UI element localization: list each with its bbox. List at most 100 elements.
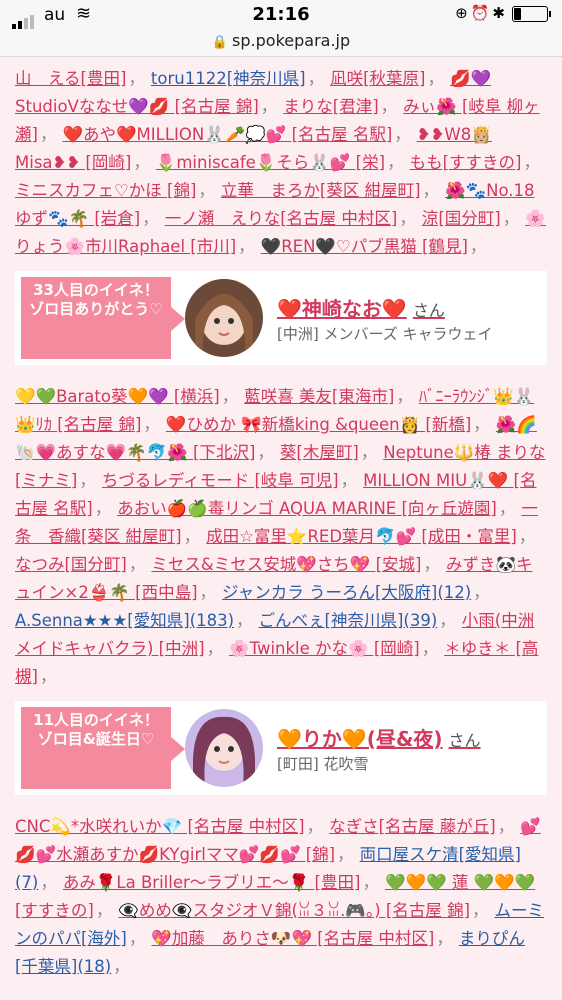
separator: ，: [198, 181, 215, 200]
separator: ，: [337, 845, 354, 864]
shop-label: [中洲] メンバーズ キャラウェイ: [277, 325, 493, 343]
separator: ，: [380, 97, 398, 116]
liker-link[interactable]: 👁‍🗨めめ👁‍🗨スタジオＶ錦(ꈍ３ꈍ.🎮。) [名古屋 錦]: [118, 901, 470, 920]
likers-list: 山 える[豊田]， toru1122[神奈川県]，凪咲[秋葉原]， 💋💜Studio…: [0, 57, 562, 261]
liker-link[interactable]: ミニスカフェ♡かほ [錦]: [15, 181, 196, 200]
likers-list: CNC💫*水咲れいか💎 [名古屋 中村区]，なぎさ[名古屋 藤が丘]， 💕💋💕水瀬…: [0, 805, 562, 981]
liker-link[interactable]: 涼[国分町]: [422, 209, 501, 228]
separator: ，: [427, 69, 444, 88]
liker-link[interactable]: まりな[君津]: [283, 97, 378, 116]
liker-link[interactable]: 立華 まろか[葵区 紺屋町]: [221, 181, 421, 200]
liker-link[interactable]: ミセス&ミセス安城💖さち💖 [安城]: [151, 555, 421, 574]
separator: ，: [436, 929, 453, 948]
address-bar[interactable]: 🔒 sp.pokepara.jp: [0, 30, 562, 57]
liker-link[interactable]: 🌸Twinkle かな🌸 [岡崎]: [229, 639, 420, 658]
separator: ，: [307, 69, 325, 88]
separator: ，: [39, 125, 57, 144]
separator: ，: [396, 387, 413, 406]
separator: ，: [79, 471, 96, 490]
separator: ，: [94, 499, 112, 518]
separator: ，: [518, 527, 536, 546]
separator: ，: [523, 153, 540, 172]
lock-icon: 🔒: [211, 35, 229, 50]
cast-name: ❤️神崎なお❤️: [277, 297, 407, 321]
separator: ，: [221, 387, 239, 406]
separator: ，: [439, 611, 456, 630]
liker-link[interactable]: 藍咲喜 美友[東海市]: [244, 387, 394, 406]
status-bar: au ≋ 21:16 ⊕⏰✱: [0, 0, 562, 30]
separator: ，: [133, 153, 150, 172]
separator: ，: [113, 957, 130, 976]
liker-link[interactable]: なつみ[国分町]: [15, 555, 127, 574]
honorific: さん: [448, 731, 481, 750]
separator: ，: [95, 901, 113, 920]
milestone-ribbon: 33人目のイイネ！ ゾロ目ありがとう♡: [21, 277, 185, 359]
avatar[interactable]: [185, 709, 263, 787]
separator: ，: [128, 929, 146, 948]
separator: ，: [497, 817, 515, 836]
liker-link[interactable]: ごんべぇ[神奈川県](39): [259, 611, 438, 630]
separator: ，: [143, 415, 160, 434]
liker-link[interactable]: 凪咲[秋葉原]: [330, 69, 425, 88]
separator: ，: [473, 583, 490, 602]
shop-label: [町田] 花吹雪: [277, 755, 369, 773]
separator: ，: [399, 209, 416, 228]
cast-name: 🧡りか🧡(昼&夜): [277, 727, 443, 751]
milestone-card[interactable]: 33人目のイイネ！ ゾロ目ありがとう♡ ❤️神崎なお❤️ さん [中洲] メンバーズ…: [15, 271, 547, 365]
separator: ，: [340, 471, 358, 490]
separator: ，: [142, 209, 159, 228]
liker-link[interactable]: 💖加藤 ありさ🐶💖 [名古屋 中村区]: [151, 929, 434, 948]
separator: ，: [257, 443, 274, 462]
cast-name-link[interactable]: 🧡りか🧡(昼&夜) さん: [277, 723, 481, 752]
page-content: 山 える[豊田]， toru1122[神奈川県]，凪咲[秋葉原]， 💋💜Studio…: [0, 57, 562, 981]
liker-link[interactable]: もも[すすきの]: [410, 153, 522, 172]
separator: ，: [421, 639, 439, 658]
liker-link[interactable]: なぎさ[名古屋 藤が丘]: [329, 817, 496, 836]
separator: ，: [502, 209, 520, 228]
separator: ，: [199, 583, 217, 602]
battery-icon: [512, 5, 551, 22]
url-text: sp.pokepara.jp: [232, 31, 351, 50]
liker-link[interactable]: 💛💚Barato葵🧡💜 [横浜]: [15, 387, 220, 406]
liker-link[interactable]: 山 える[豊田]: [15, 69, 126, 88]
milestone-card[interactable]: 11人目のイイネ！ ゾロ目&誕生日♡ 🧡りか🧡(昼&夜) さん [町田] 花吹雪: [15, 701, 547, 795]
separator: ，: [469, 237, 487, 256]
milestone-ribbon: 11人目のイイネ！ ゾロ目&誕生日♡: [21, 707, 185, 789]
separator: ，: [422, 181, 440, 200]
avatar[interactable]: [185, 279, 263, 357]
separator: ，: [473, 415, 490, 434]
separator: ，: [40, 873, 57, 892]
liker-link[interactable]: CNC💫*水咲れいか💎 [名古屋 中村区]: [15, 817, 305, 836]
separator: ，: [236, 611, 253, 630]
separator: ，: [387, 153, 404, 172]
separator: ，: [128, 69, 145, 88]
liker-link[interactable]: ジャンカラ うーろん[大阪府](12): [222, 583, 471, 602]
separator: ，: [394, 125, 411, 144]
liker-link[interactable]: 🌷miniscafe🌷そら🐰💕 [栄]: [156, 153, 385, 172]
separator: ，: [498, 499, 516, 518]
liker-link[interactable]: 葵[木屋町]: [280, 443, 359, 462]
separator: ，: [362, 873, 379, 892]
separator: ，: [39, 667, 57, 686]
separator: ，: [128, 555, 146, 574]
separator: ，: [206, 639, 224, 658]
separator: ，: [472, 901, 489, 920]
liker-link[interactable]: あみ🌹La Briller〜ラブリエ〜🌹 [豊田]: [63, 873, 361, 892]
liker-link[interactable]: ちづるレディモード [岐阜 可児]: [102, 471, 339, 490]
liker-link[interactable]: ❤️あや❤️MILLION🐰🥕💭💕 [名古屋 名駅]: [62, 125, 392, 144]
separator: ，: [238, 237, 255, 256]
liker-link[interactable]: 🖤REN🖤♡パブ黒猫 [鶴見]: [261, 237, 468, 256]
liker-link[interactable]: 一ノ瀬 えりな[名古屋 中村区]: [165, 209, 398, 228]
separator: ，: [423, 555, 440, 574]
separator: ，: [360, 443, 378, 462]
liker-link[interactable]: 成田☆富里⭐RED葉月🐬💕 [成田・富里]: [206, 527, 517, 546]
liker-link[interactable]: toru1122[神奈川県]: [151, 69, 306, 88]
separator: ，: [183, 527, 201, 546]
likers-list: 💛💚Barato葵🧡💜 [横浜]，藍咲喜 美友[東海市]，ﾊﾞﾆｰﾗｳﾝｼﾞ👑🐰…: [0, 375, 562, 691]
separator: ，: [306, 817, 324, 836]
liker-link[interactable]: あおい🍎🍏毒リンゴ AQUA MARINE [向ヶ丘遊園]: [117, 499, 497, 518]
cast-name-link[interactable]: ❤️神崎なお❤️ さん: [277, 293, 445, 322]
liker-link[interactable]: A.Senna★★★[愛知県](183): [15, 611, 234, 630]
honorific: さん: [412, 301, 445, 320]
liker-link[interactable]: ❤️ひめか 🎀新橋king &queen👸 [新橋]: [166, 415, 471, 434]
